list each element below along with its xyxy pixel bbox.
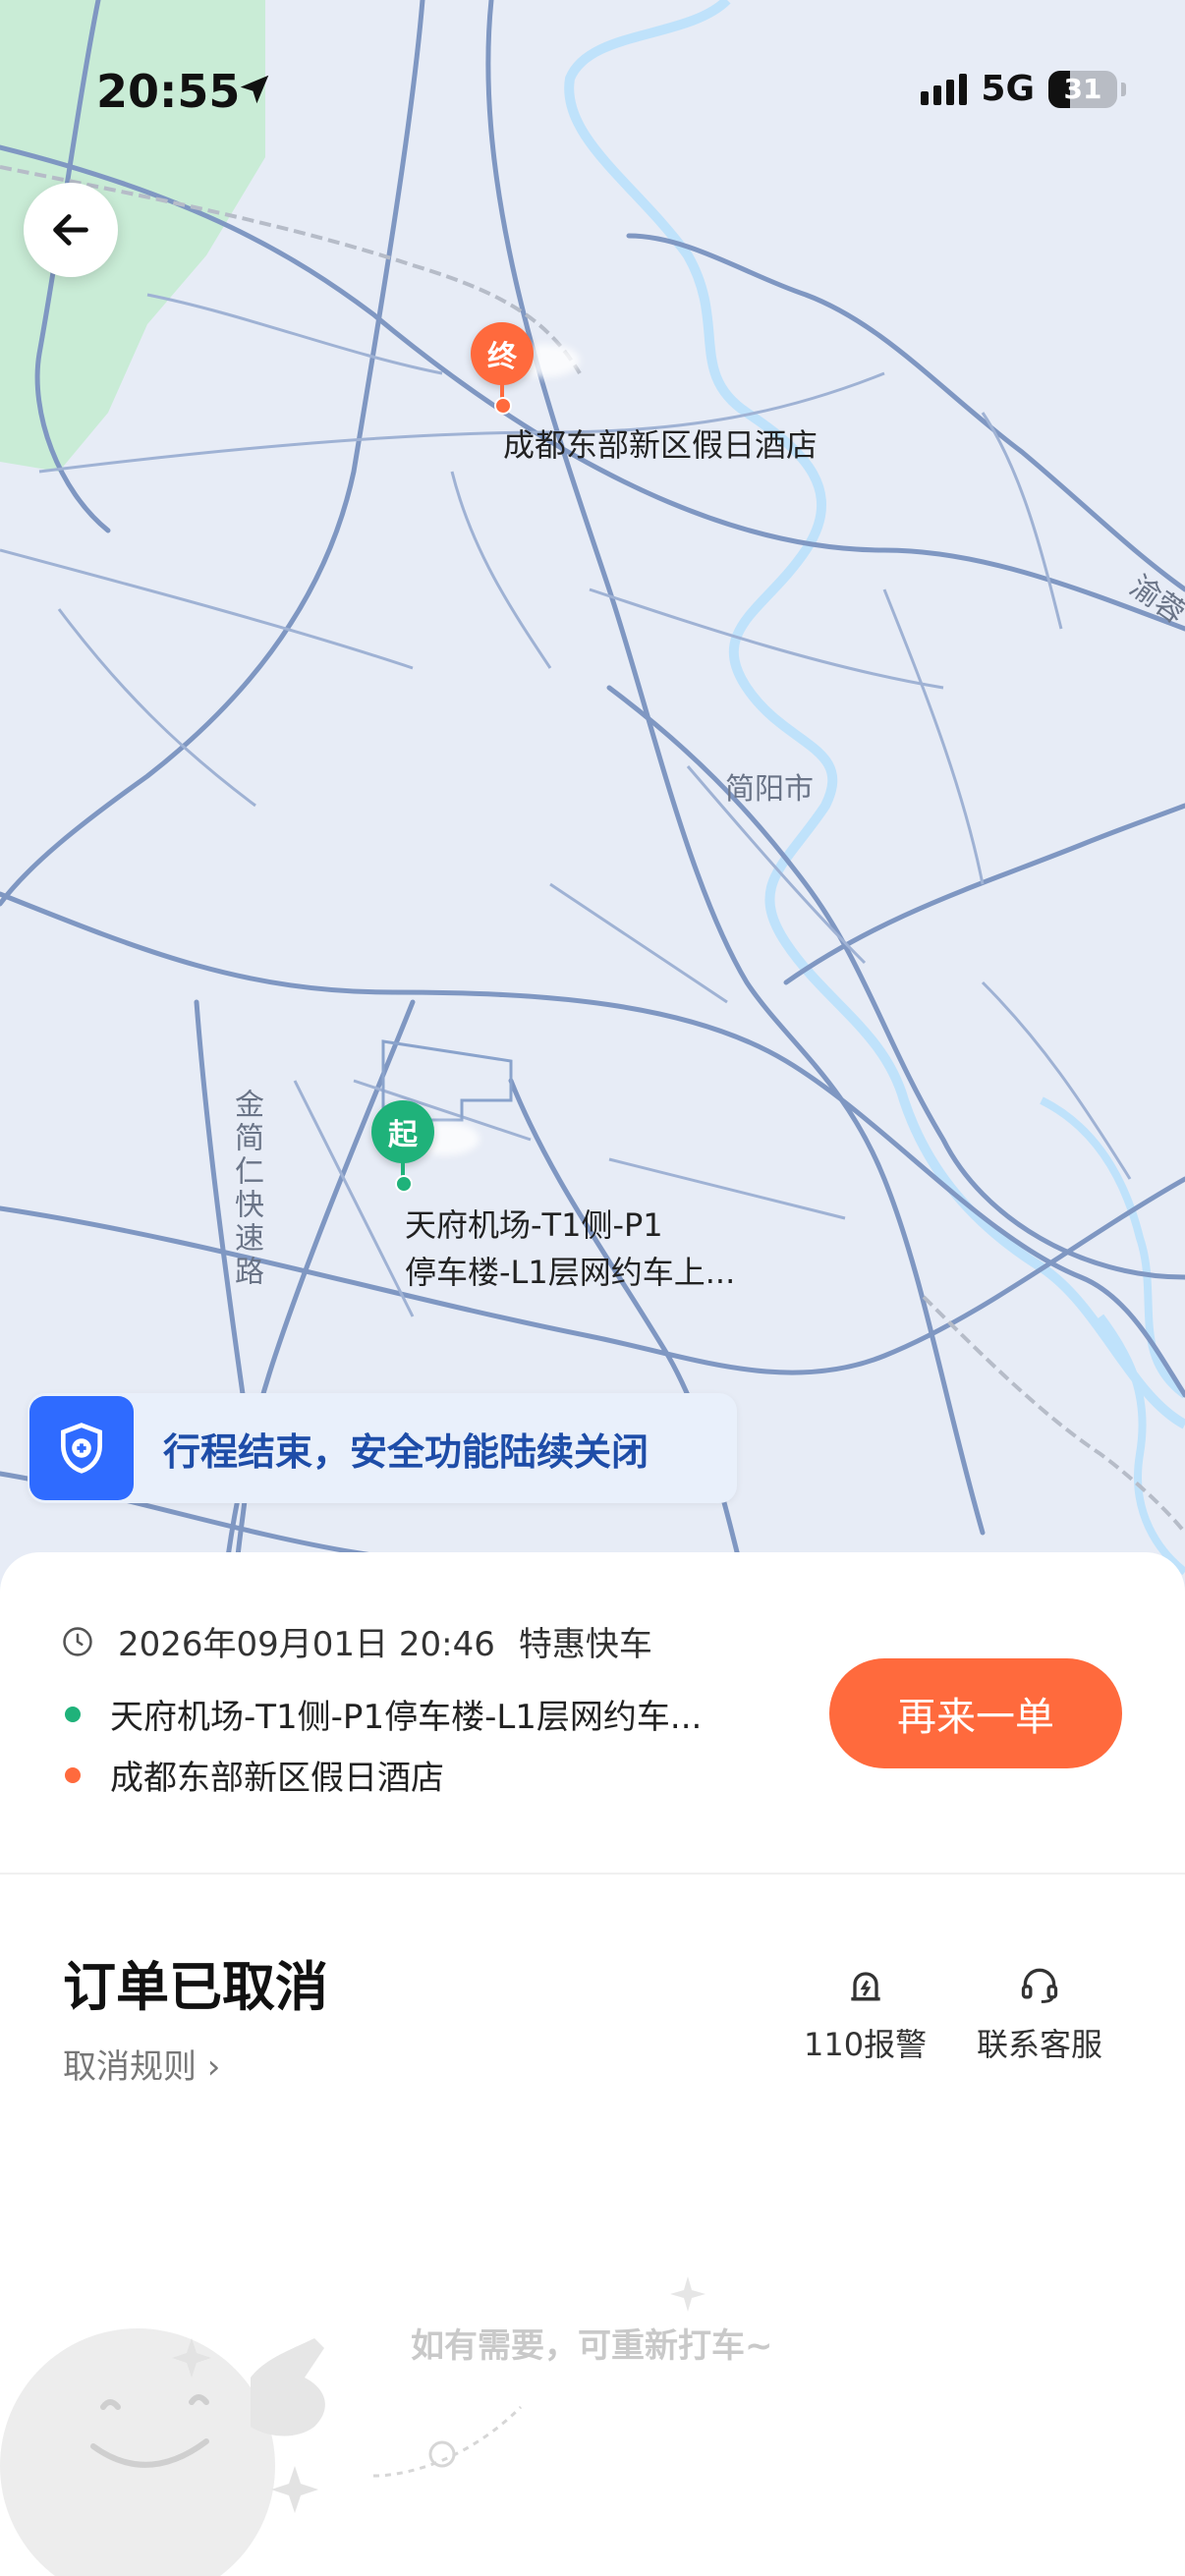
map-roads <box>0 0 1185 1592</box>
network-label: 5G <box>981 69 1035 109</box>
alarm-icon <box>850 1972 880 2001</box>
route-start-text: 天府机场-T1侧-P1停车楼-L1层网约车... <box>110 1698 703 1737</box>
back-button[interactable] <box>24 183 118 277</box>
road-label: 金简仁快速路 <box>229 1089 263 1289</box>
police-110-button[interactable]: 110报警 <box>804 1963 927 2065</box>
origin-map-label-line1: 天府机场-T1侧-P1 <box>405 1206 663 1244</box>
status-time: 20:55 <box>96 65 241 118</box>
order-sheet: 2026年09月01日 20:46 特惠快车 天府机场-T1侧-P1停车楼-L1… <box>0 1552 1185 2576</box>
origin-map-label-line2: 停车楼-L1层网约车上... <box>405 1254 736 1291</box>
location-arrow-icon <box>240 75 269 104</box>
smiley-illustration <box>0 2328 523 2576</box>
order-status: 订单已取消 <box>63 1956 328 2018</box>
divider <box>0 1873 1185 1875</box>
order-datetime: 2026年09月01日 20:46 <box>118 1625 495 1664</box>
battery-percent: 31 <box>1063 73 1102 105</box>
signal-icon <box>921 73 968 105</box>
reorder-button[interactable]: 再来一单 <box>829 1658 1122 1768</box>
headset-icon <box>1021 1968 1058 2003</box>
map-view[interactable]: 20:55 5G 31 终 成都东部新区假日酒店 起 天府机场-T1侧-P1 停… <box>0 0 1185 1592</box>
cancel-rules-link[interactable]: 取消规则 › <box>63 2040 220 2088</box>
end-pin[interactable]: 终 <box>471 322 534 385</box>
service-label: 联系客服 <box>977 2026 1103 2063</box>
route-start: 天府机场-T1侧-P1停车楼-L1层网约车... <box>65 1690 792 1738</box>
safety-banner-text: 行程结束，安全功能陆续关闭 <box>163 1429 649 1474</box>
destination-map-label: 成都东部新区假日酒店 <box>503 426 818 464</box>
order-meta: 2026年09月01日 20:46 特惠快车 <box>61 1617 652 1665</box>
police-label: 110报警 <box>804 2026 928 2063</box>
end-dot <box>65 1766 81 1783</box>
contact-service-button[interactable]: 联系客服 <box>977 1963 1102 2065</box>
route-end-text: 成都东部新区假日酒店 <box>110 1759 444 1798</box>
clock-icon <box>63 1626 92 1656</box>
back-arrow-icon <box>53 214 88 246</box>
status-right: 5G 31 <box>921 69 1126 109</box>
order-service-type: 特惠快车 <box>518 1625 652 1664</box>
reorder-tip: 如有需要，可重新打车~ <box>411 2326 773 2366</box>
shield-plus-icon <box>29 1396 134 1500</box>
battery-icon: 31 <box>1048 70 1117 108</box>
route-end: 成都东部新区假日酒店 <box>65 1751 792 1799</box>
start-dot <box>65 1706 81 1722</box>
safety-banner[interactable]: 行程结束，安全功能陆续关闭 <box>28 1393 737 1503</box>
start-pin[interactable]: 起 <box>371 1100 434 1163</box>
city-label: 简阳市 <box>725 772 814 807</box>
sparkle-icon <box>670 2276 705 2312</box>
